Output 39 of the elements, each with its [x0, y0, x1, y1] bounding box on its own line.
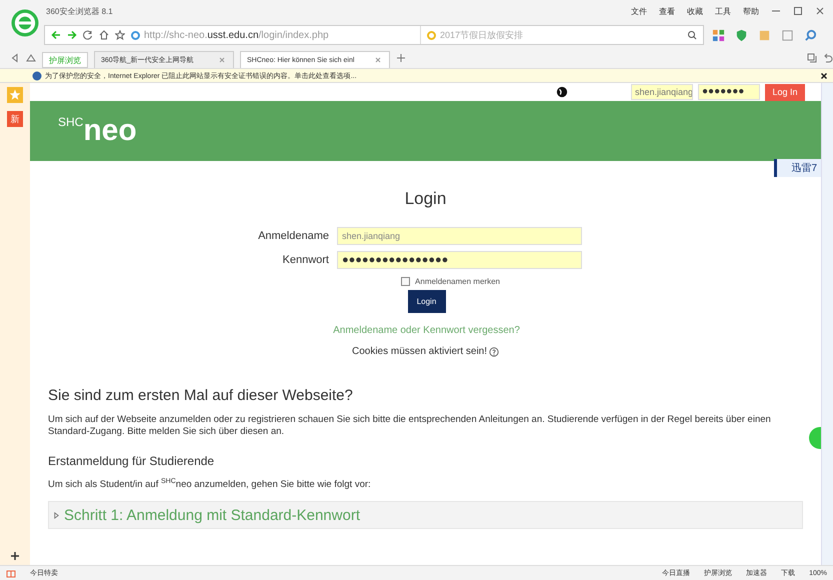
menu-item[interactable]: 收藏 [687, 6, 703, 16]
undo-icon[interactable] [823, 53, 833, 63]
new-badge[interactable]: 新 [7, 111, 23, 127]
menu-item[interactable]: 查看 [659, 6, 675, 16]
menu-item[interactable]: 帮助 [743, 6, 759, 16]
section-subheading: Erstanmeldung für Studierende [48, 454, 216, 468]
password-field[interactable]: ●●●●●●● [698, 84, 760, 100]
scrollbar[interactable] [821, 83, 833, 565]
add-icon[interactable] [10, 551, 20, 561]
section-heading: Sie sind zum ersten Mal auf dieser Webseite? [48, 387, 354, 404]
menu-item[interactable]: 文件 [631, 6, 647, 16]
intro-paragraph: Um sich auf der Webseite anzumelden oder zu registrieren schauen Sie sich bitte die entsprechenden Anleitungen an. Studierende verfügen in der Regel bereits über einen Standard-Zugang. Bitte melden Sie sich über diesen an. [48, 414, 772, 438]
cookies-note: Cookies müssen aktiviert sein! [352, 346, 488, 357]
window-title: 360安全浏览器 8.1 [46, 6, 113, 16]
password-field[interactable]: ●●●●●●●●●●●●●●●● [337, 251, 582, 269]
username-field[interactable]: shen.jianqiang [337, 227, 582, 245]
expand-triangle-icon[interactable] [53, 512, 60, 519]
close-tab-icon[interactable] [373, 55, 383, 65]
close-tab-icon[interactable] [217, 55, 227, 65]
window-icon[interactable] [781, 28, 794, 42]
remember-checkbox[interactable] [401, 277, 410, 286]
zoom-icon[interactable] [804, 28, 817, 42]
login-button[interactable]: Login [408, 290, 446, 313]
download-badge[interactable]: 迅雷7 [774, 159, 821, 177]
maximize-icon[interactable] [793, 6, 803, 16]
gift-icon[interactable] [6, 568, 16, 578]
restore-tab-icon[interactable] [807, 53, 817, 63]
apps-icon[interactable] [712, 28, 725, 42]
new-tab-icon[interactable] [396, 53, 406, 63]
field-label: Anmeldename [257, 230, 329, 242]
browser-logo-icon [10, 8, 40, 38]
menu-item[interactable]: 工具 [715, 6, 731, 16]
field-label: Kennwort [282, 254, 329, 266]
checkbox-label: Anmeldenamen merken [415, 277, 500, 286]
globe-icon[interactable] [556, 86, 568, 98]
login-title: Login [404, 189, 448, 209]
help-icon[interactable] [489, 346, 500, 356]
instruction-paragraph: Um sich als Student/in auf $^{SHC}$neo anzumelden, gehen Sie bitte wie folgt vor: [48, 477, 372, 492]
sidebar-toggle-icon[interactable] [10, 53, 20, 63]
